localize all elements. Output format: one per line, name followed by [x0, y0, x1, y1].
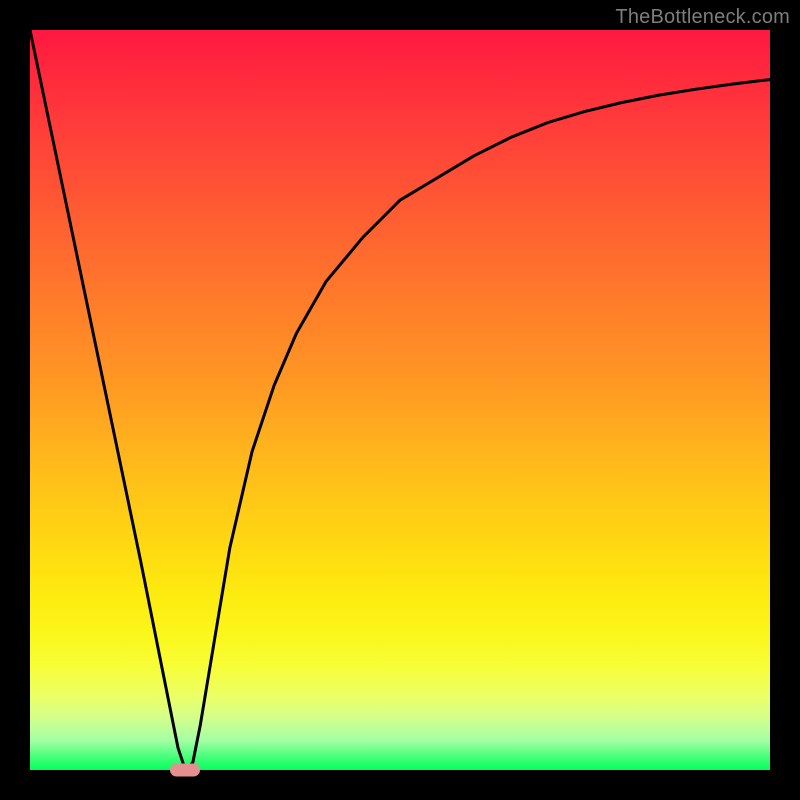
optimal-marker: [170, 764, 200, 777]
watermark-text: TheBottleneck.com: [615, 6, 790, 29]
bottleneck-curve: [30, 30, 770, 770]
plot-area: [30, 30, 770, 770]
chart-frame: TheBottleneck.com: [0, 0, 800, 800]
